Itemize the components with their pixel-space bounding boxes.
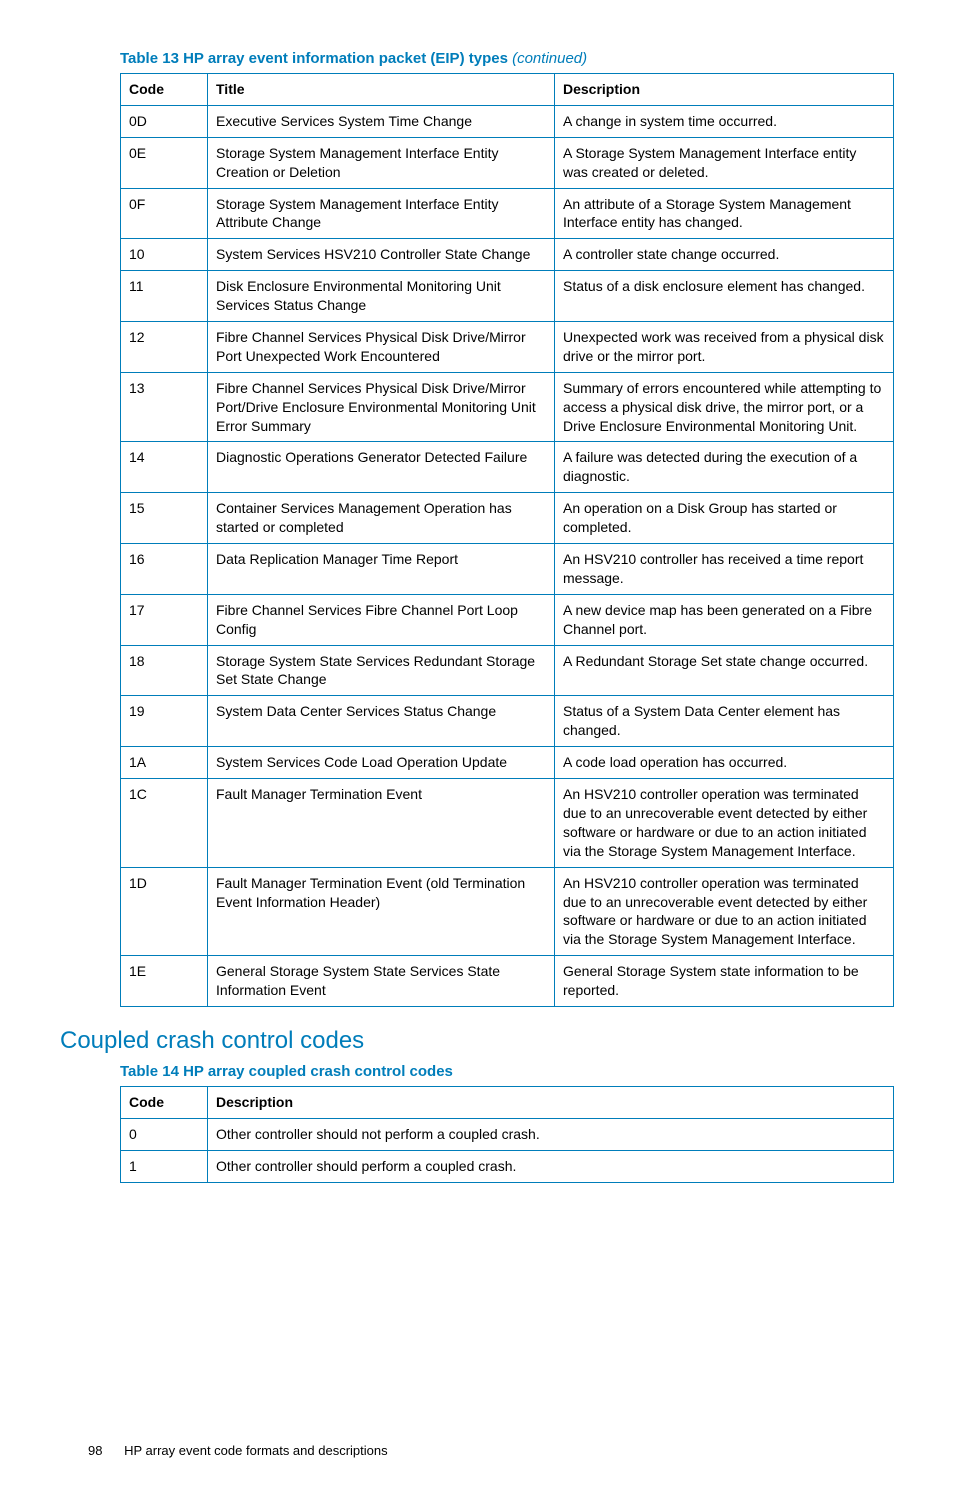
- table-14-caption: Table 14 HP array coupled crash control …: [120, 1063, 894, 1080]
- table-row: 0FStorage System Management Interface En…: [121, 188, 894, 239]
- cell-code: 0E: [121, 137, 208, 188]
- footer-title: HP array event code formats and descript…: [124, 1443, 388, 1458]
- cell-code: 18: [121, 645, 208, 696]
- cell-desc: Other controller should not perform a co…: [208, 1118, 894, 1150]
- cell-desc: A Storage System Management Interface en…: [555, 137, 894, 188]
- cell-desc: A new device map has been generated on a…: [555, 594, 894, 645]
- table-row: 13Fibre Channel Services Physical Disk D…: [121, 372, 894, 442]
- page-number: 98: [88, 1443, 102, 1458]
- cell-code: 1C: [121, 779, 208, 868]
- cell-code: 1D: [121, 867, 208, 956]
- cell-desc: A Redundant Storage Set state change occ…: [555, 645, 894, 696]
- cell-desc: An operation on a Disk Group has started…: [555, 493, 894, 544]
- col-header-title: Title: [208, 74, 555, 106]
- table-row: 10System Services HSV210 Controller Stat…: [121, 239, 894, 271]
- table-row: 18Storage System State Services Redundan…: [121, 645, 894, 696]
- cell-title: Storage System Management Interface Enti…: [208, 137, 555, 188]
- table-13-caption: Table 13 HP array event information pack…: [120, 50, 894, 67]
- col-header-code: Code: [121, 74, 208, 106]
- table-13-caption-main: Table 13 HP array event information pack…: [120, 50, 508, 67]
- table-row: 12Fibre Channel Services Physical Disk D…: [121, 322, 894, 373]
- cell-title: Data Replication Manager Time Report: [208, 544, 555, 595]
- cell-desc: An HSV210 controller has received a time…: [555, 544, 894, 595]
- cell-desc: Other controller should perform a couple…: [208, 1150, 894, 1182]
- table-row: 1EGeneral Storage System State Services …: [121, 956, 894, 1007]
- table-row: 17Fibre Channel Services Fibre Channel P…: [121, 594, 894, 645]
- cell-title: System Services HSV210 Controller State …: [208, 239, 555, 271]
- cell-desc: Status of a disk enclosure element has c…: [555, 271, 894, 322]
- table-header-row: Code Description: [121, 1086, 894, 1118]
- cell-title: Storage System Management Interface Enti…: [208, 188, 555, 239]
- cell-desc: An HSV210 controller operation was termi…: [555, 867, 894, 956]
- cell-title: Executive Services System Time Change: [208, 105, 555, 137]
- cell-code: 13: [121, 372, 208, 442]
- cell-title: Fibre Channel Services Physical Disk Dri…: [208, 322, 555, 373]
- table-row: 1DFault Manager Termination Event (old T…: [121, 867, 894, 956]
- cell-code: 11: [121, 271, 208, 322]
- cell-title: System Data Center Services Status Chang…: [208, 696, 555, 747]
- cell-desc: A failure was detected during the execut…: [555, 442, 894, 493]
- cell-title: Disk Enclosure Environmental Monitoring …: [208, 271, 555, 322]
- table-row: 11Disk Enclosure Environmental Monitorin…: [121, 271, 894, 322]
- page-footer: 98 HP array event code formats and descr…: [60, 1443, 894, 1458]
- cell-code: 12: [121, 322, 208, 373]
- col-header-desc: Description: [208, 1086, 894, 1118]
- cell-code: 0F: [121, 188, 208, 239]
- cell-code: 10: [121, 239, 208, 271]
- section-heading-coupled-crash: Coupled crash control codes: [60, 1027, 894, 1055]
- cell-desc: An attribute of a Storage System Managem…: [555, 188, 894, 239]
- cell-title: Fault Manager Termination Event: [208, 779, 555, 868]
- col-header-code: Code: [121, 1086, 208, 1118]
- cell-title: Fibre Channel Services Fibre Channel Por…: [208, 594, 555, 645]
- table-header-row: Code Title Description: [121, 74, 894, 106]
- cell-code: 14: [121, 442, 208, 493]
- table-row: 0Other controller should not perform a c…: [121, 1118, 894, 1150]
- cell-title: Diagnostic Operations Generator Detected…: [208, 442, 555, 493]
- table-row: 14Diagnostic Operations Generator Detect…: [121, 442, 894, 493]
- cell-desc: Unexpected work was received from a phys…: [555, 322, 894, 373]
- cell-title: Fault Manager Termination Event (old Ter…: [208, 867, 555, 956]
- cell-title: Storage System State Services Redundant …: [208, 645, 555, 696]
- cell-code: 17: [121, 594, 208, 645]
- table-row: 1ASystem Services Code Load Operation Up…: [121, 747, 894, 779]
- cell-code: 15: [121, 493, 208, 544]
- cell-desc: A controller state change occurred.: [555, 239, 894, 271]
- table-13-caption-suffix: (continued): [512, 50, 587, 67]
- table-row: 0EStorage System Management Interface En…: [121, 137, 894, 188]
- table-row: 1Other controller should perform a coupl…: [121, 1150, 894, 1182]
- table-row: 15Container Services Management Operatio…: [121, 493, 894, 544]
- table-14: Code Description 0Other controller shoul…: [120, 1086, 894, 1183]
- table-row: 19System Data Center Services Status Cha…: [121, 696, 894, 747]
- cell-code: 0D: [121, 105, 208, 137]
- cell-desc: An HSV210 controller operation was termi…: [555, 779, 894, 868]
- col-header-desc: Description: [555, 74, 894, 106]
- table-13: Code Title Description 0DExecutive Servi…: [120, 73, 894, 1007]
- cell-title: System Services Code Load Operation Upda…: [208, 747, 555, 779]
- table-row: 1CFault Manager Termination EventAn HSV2…: [121, 779, 894, 868]
- cell-code: 1A: [121, 747, 208, 779]
- cell-title: General Storage System State Services St…: [208, 956, 555, 1007]
- cell-code: 1E: [121, 956, 208, 1007]
- table-row: 0DExecutive Services System Time ChangeA…: [121, 105, 894, 137]
- cell-desc: General Storage System state information…: [555, 956, 894, 1007]
- cell-code: 16: [121, 544, 208, 595]
- cell-desc: Summary of errors encountered while atte…: [555, 372, 894, 442]
- cell-desc: A change in system time occurred.: [555, 105, 894, 137]
- cell-title: Container Services Management Operation …: [208, 493, 555, 544]
- cell-code: 19: [121, 696, 208, 747]
- cell-desc: A code load operation has occurred.: [555, 747, 894, 779]
- cell-code: 0: [121, 1118, 208, 1150]
- cell-title: Fibre Channel Services Physical Disk Dri…: [208, 372, 555, 442]
- table-row: 16Data Replication Manager Time ReportAn…: [121, 544, 894, 595]
- cell-desc: Status of a System Data Center element h…: [555, 696, 894, 747]
- cell-code: 1: [121, 1150, 208, 1182]
